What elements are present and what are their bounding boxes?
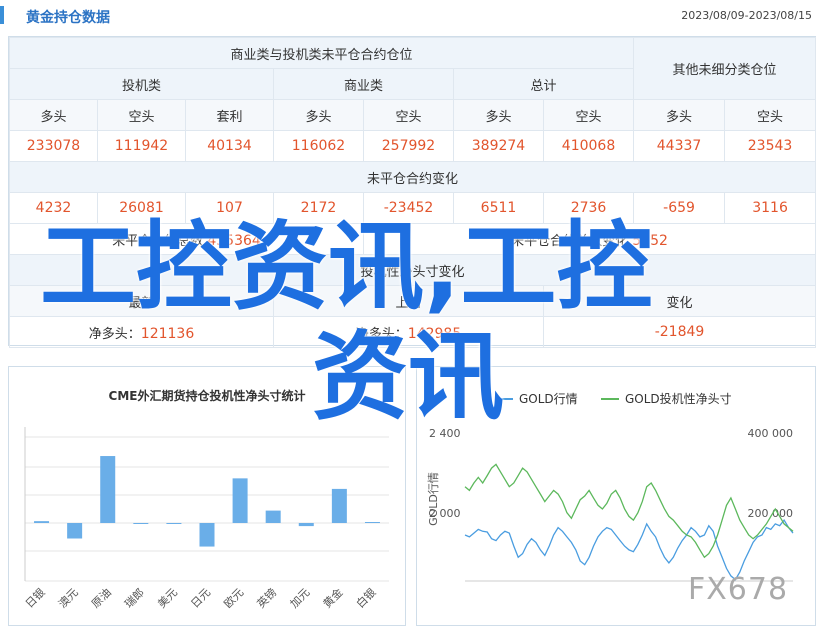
other-group-header: 其他未细分类仓位 xyxy=(633,37,817,100)
page-header: 黄金持仓数据 2023/08/09-2023/08/15 xyxy=(0,0,820,30)
x-tick-label: 美元 xyxy=(155,586,180,611)
watermark-text: 工控资讯,工控 xyxy=(40,211,653,323)
bar xyxy=(364,522,380,523)
bar xyxy=(232,478,248,523)
legend-label-price: GOLD行情 xyxy=(519,392,578,406)
bar xyxy=(166,523,182,524)
y-right-tick: 400 000 xyxy=(748,427,794,440)
col-long: 多头 xyxy=(9,99,98,131)
change-cell: 3116 xyxy=(724,192,817,224)
x-tick-label: 瑞郎 xyxy=(121,585,146,610)
x-tick-label: 白银 xyxy=(353,585,378,610)
col-arb: 套利 xyxy=(185,99,274,131)
value-cell: 23543 xyxy=(724,130,817,162)
watermark-text-2: 资讯 xyxy=(312,321,504,433)
site-watermark: FX678 xyxy=(688,572,789,607)
value-cell: 389274 xyxy=(453,130,544,162)
page-title: 黄金持仓数据 xyxy=(26,10,110,26)
x-tick-label: 欧元 xyxy=(221,586,246,611)
commercial-header: 商业类 xyxy=(273,68,454,100)
bar xyxy=(100,456,116,523)
header-accent-bar xyxy=(0,6,4,24)
col-short: 空头 xyxy=(724,99,817,131)
bar xyxy=(67,523,83,539)
col-short: 空头 xyxy=(363,99,454,131)
x-tick-label: 澳元 xyxy=(56,586,81,611)
value-cell: 410068 xyxy=(542,130,635,162)
spec-header: 投机类 xyxy=(9,68,274,100)
value-cell: 44337 xyxy=(633,130,726,162)
col-long: 多头 xyxy=(453,99,544,131)
y-axis-label: GOLD行情 xyxy=(427,472,440,526)
net-series-line xyxy=(464,463,794,559)
col-long: 多头 xyxy=(633,99,726,131)
legend-label-net: GOLD投机性净头寸 xyxy=(625,391,732,406)
bar xyxy=(265,510,281,523)
bar xyxy=(199,523,215,547)
col-short: 空头 xyxy=(97,99,186,131)
x-tick-label: 日元 xyxy=(188,586,213,611)
x-tick-label: 加元 xyxy=(288,586,313,611)
bar xyxy=(331,488,347,523)
value-cell: 257992 xyxy=(363,130,454,162)
value-cell: 116062 xyxy=(273,130,364,162)
col-long: 多头 xyxy=(273,99,364,131)
value-cell: 40134 xyxy=(185,130,274,162)
col-short: 空头 xyxy=(542,99,635,131)
value-cell: 233078 xyxy=(9,130,98,162)
x-tick-label: 英镑 xyxy=(254,585,279,610)
commercial-group-header: 商业类与投机类未平仓合约仓位 xyxy=(8,37,635,69)
value-cell: 111942 xyxy=(97,130,186,162)
change-section-header: 未平仓合约变化 xyxy=(8,161,817,193)
bar xyxy=(133,523,149,524)
bar xyxy=(298,523,314,527)
x-tick-label: 日银 xyxy=(22,585,47,610)
x-tick-label: 原油 xyxy=(88,585,113,610)
total-header: 总计 xyxy=(452,68,635,100)
net-long-label: 净多头： xyxy=(88,326,141,342)
net-change-value: -21849 xyxy=(654,324,705,340)
x-tick-label: 黄金 xyxy=(320,585,345,610)
bar xyxy=(34,521,50,523)
price-series-line xyxy=(464,518,794,581)
date-range: 2023/08/09-2023/08/15 xyxy=(681,9,812,22)
net-latest-value: 121136 xyxy=(140,325,195,342)
